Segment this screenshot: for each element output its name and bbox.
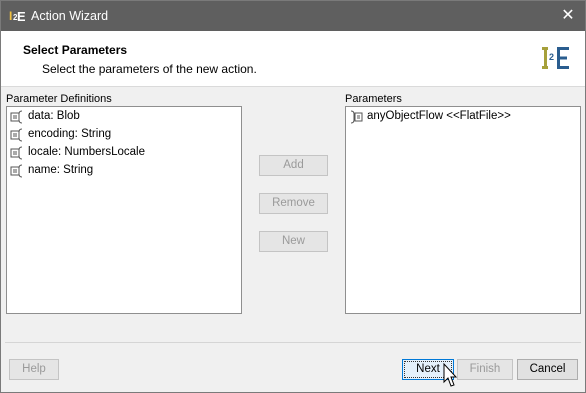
page-subtitle: Select the parameters of the new action. xyxy=(42,62,257,76)
list-item[interactable]: anyObjectFlow <<FlatFile>> xyxy=(348,108,568,126)
window-title: Action Wizard xyxy=(31,9,109,23)
parameters-list[interactable]: anyObjectFlow <<FlatFile>> xyxy=(345,106,581,314)
close-icon[interactable]: ✕ xyxy=(551,1,585,31)
parameter-label: name: String xyxy=(28,164,94,176)
parameter-icon xyxy=(350,110,363,124)
title-bar[interactable]: I 2 E Action Wizard ✕ xyxy=(1,1,585,31)
parameter-definitions-list[interactable]: data: Blob encoding: String locale: Numb… xyxy=(6,106,242,314)
parameter-icon xyxy=(10,110,23,124)
i2e-logo-icon: 2 xyxy=(542,47,569,69)
parameter-label: locale: NumbersLocale xyxy=(28,146,145,158)
list-item[interactable]: name: String xyxy=(9,162,229,180)
svg-text:E: E xyxy=(17,9,25,24)
wizard-header: Select Parameters Select the parameters … xyxy=(1,31,585,87)
parameter-label: encoding: String xyxy=(28,128,112,140)
finish-button[interactable]: Finish xyxy=(457,359,513,380)
list-item[interactable]: encoding: String xyxy=(9,126,229,144)
mouse-cursor-icon xyxy=(443,363,457,387)
remove-button[interactable]: Remove xyxy=(259,193,328,214)
parameters-label: Parameters xyxy=(345,93,402,105)
svg-text:2: 2 xyxy=(549,52,554,62)
action-wizard-dialog: I 2 E Action Wizard ✕ Select Parameters … xyxy=(0,0,586,393)
list-item[interactable]: locale: NumbersLocale xyxy=(9,144,229,162)
parameter-icon xyxy=(10,164,23,178)
footer-divider xyxy=(5,342,581,343)
svg-text:I: I xyxy=(9,9,12,23)
parameter-label: anyObjectFlow <<FlatFile>> xyxy=(367,110,511,122)
parameter-icon xyxy=(10,146,23,160)
add-button[interactable]: Add xyxy=(259,155,328,176)
parameter-icon xyxy=(10,128,23,142)
help-button[interactable]: Help xyxy=(9,359,59,380)
cancel-button[interactable]: Cancel xyxy=(517,359,578,380)
page-title: Select Parameters xyxy=(23,43,128,57)
new-button[interactable]: New xyxy=(259,231,328,252)
parameter-definitions-label: Parameter Definitions xyxy=(6,93,112,105)
app-logo-icon: I 2 E xyxy=(9,9,25,24)
list-item[interactable]: data: Blob xyxy=(9,108,229,126)
parameter-label: data: Blob xyxy=(28,110,80,122)
